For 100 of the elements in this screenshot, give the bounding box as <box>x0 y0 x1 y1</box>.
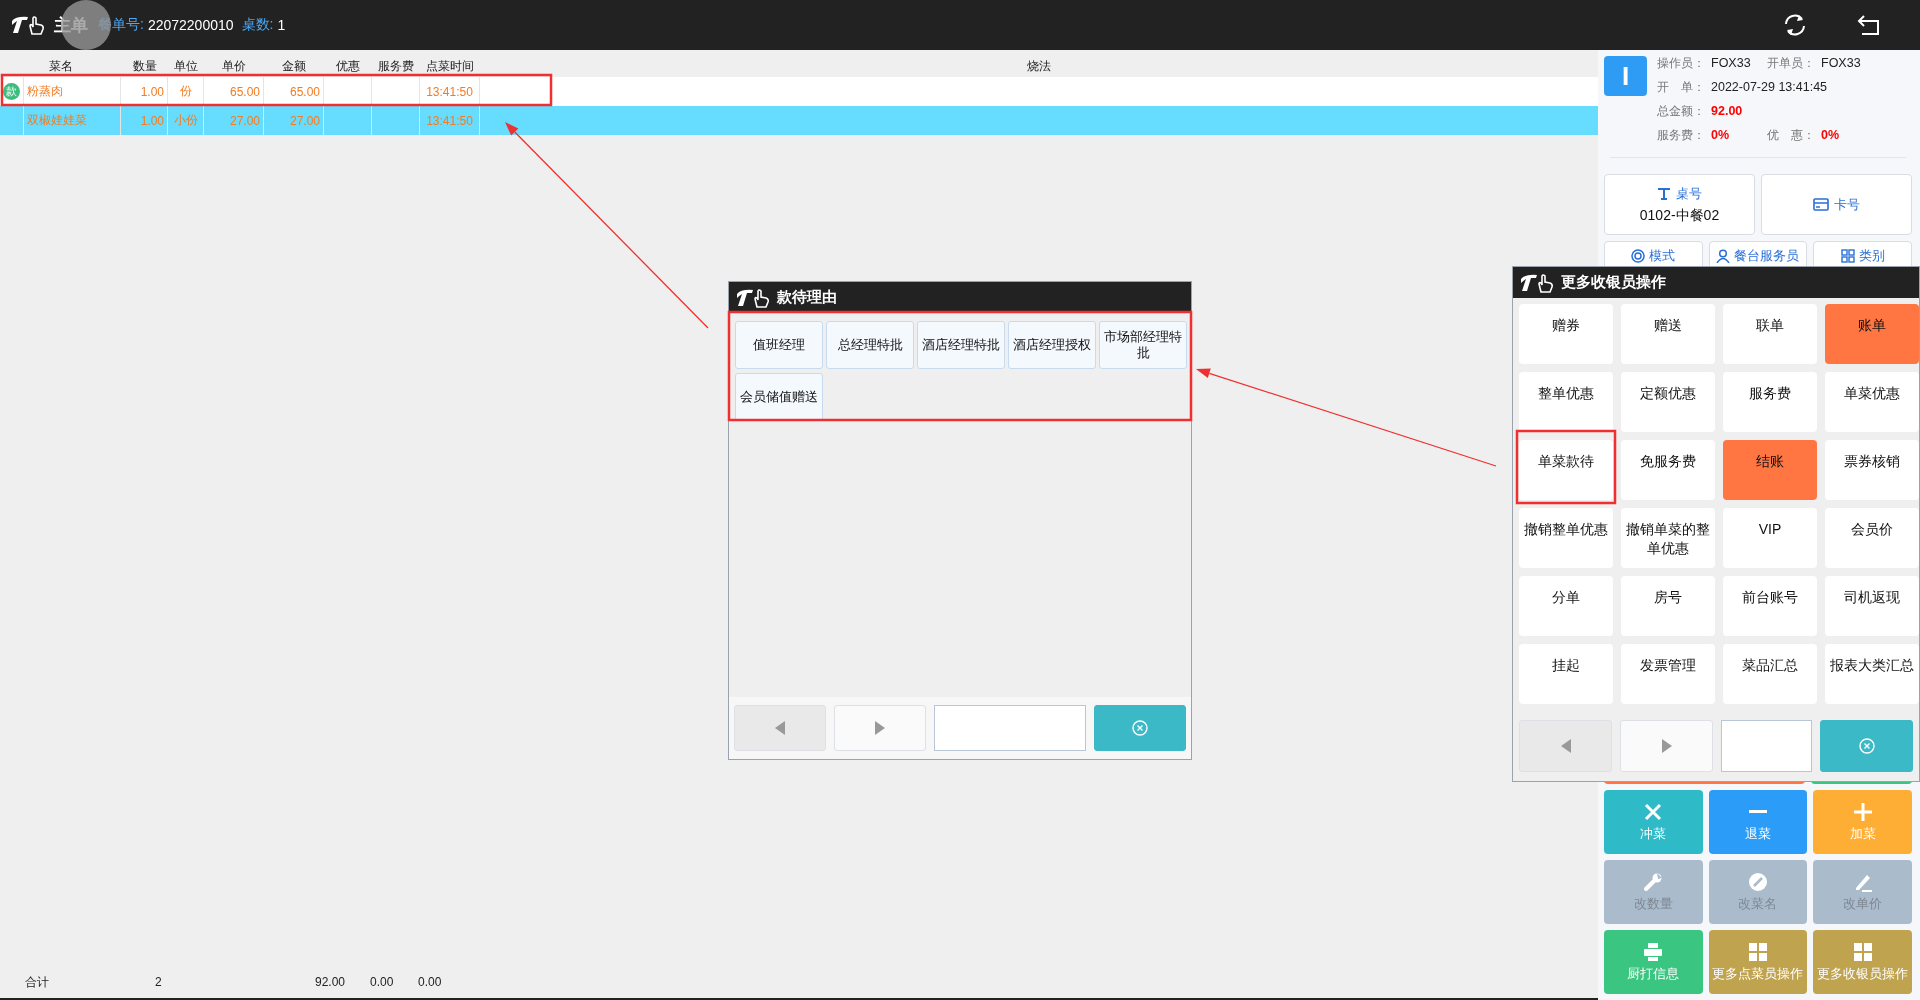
info-value: 92.00 <box>1711 104 1743 119</box>
info-label: 开 单： <box>1657 80 1705 95</box>
info-label: 开单员： <box>1767 56 1815 71</box>
dialog-title: 更多收银员操作 <box>1561 273 1666 292</box>
info-value: FOX33 <box>1821 56 1861 71</box>
operation-button[interactable]: 定额优惠 <box>1621 372 1715 432</box>
grid-icon <box>1748 941 1768 962</box>
column-header: 菜名 <box>47 58 74 75</box>
reason-button[interactable]: 市场部经理特批 <box>1099 321 1187 369</box>
left-triangle-icon <box>1560 739 1571 753</box>
column-header: 点菜时间 <box>425 58 475 75</box>
reason-button[interactable]: 总经理特批 <box>826 321 914 369</box>
status-badge: 款 <box>3 83 20 100</box>
operation-button[interactable]: 会员价 <box>1825 508 1919 568</box>
clear-button[interactable] <box>1094 705 1186 751</box>
input-field[interactable] <box>934 705 1086 751</box>
column-header: 金额 <box>281 58 307 75</box>
operation-button[interactable]: 发票管理 <box>1621 644 1715 704</box>
logo-icon <box>1519 272 1555 293</box>
totals-cell-text: 92.00 <box>315 975 347 989</box>
operation-button[interactable]: 挂起 <box>1519 644 1613 704</box>
info-label: 操作员： <box>1657 56 1705 71</box>
card-number-button[interactable]: 卡号 <box>1761 174 1912 235</box>
close-icon <box>1643 801 1664 822</box>
previous-page-button[interactable] <box>734 705 826 751</box>
printer-icon <box>1643 941 1664 962</box>
next-page-button[interactable] <box>1620 720 1713 772</box>
order-number: 22072200010 <box>147 17 234 33</box>
operation-button[interactable]: 分单 <box>1519 576 1613 636</box>
user-avatar: I <box>1604 56 1647 96</box>
clear-icon <box>1132 720 1148 736</box>
right-triangle-icon <box>1661 739 1672 753</box>
operation-button[interactable]: 票券核销 <box>1825 440 1919 500</box>
operation-button[interactable]: 账单 <box>1825 304 1919 364</box>
table-cell: 13:41:50 <box>420 106 480 135</box>
grid-icon <box>1852 941 1873 962</box>
table-icon <box>1657 187 1671 200</box>
minus-icon <box>1748 809 1768 813</box>
operation-button[interactable]: 赠送 <box>1621 304 1715 364</box>
table-count-label: 桌数: <box>241 16 274 34</box>
operation-button[interactable]: 菜品汇总 <box>1723 644 1817 704</box>
info-value: 2022-07-29 13:41:45 <box>1711 80 1828 95</box>
operation-button[interactable]: 免服务费 <box>1621 440 1715 500</box>
operation-button[interactable]: 单菜款待 <box>1519 440 1613 500</box>
pencil-circle-icon <box>1748 871 1768 892</box>
operation-button[interactable]: 服务费 <box>1723 372 1817 432</box>
operation-button[interactable]: 整单优惠 <box>1519 372 1613 432</box>
right-triangle-icon <box>875 721 885 735</box>
operation-button[interactable]: 报表大类汇总 <box>1825 644 1919 704</box>
table-cell: 小份 <box>168 106 204 135</box>
operation-button[interactable]: 司机返现 <box>1825 576 1919 636</box>
operation-button[interactable]: 单菜优惠 <box>1825 372 1919 432</box>
operation-button[interactable]: 撤销单菜的整单优惠 <box>1621 508 1715 568</box>
table-count: 1 <box>277 17 286 33</box>
operation-button[interactable]: 赠券 <box>1519 304 1613 364</box>
table-cell: 27.00 <box>264 106 324 135</box>
column-header: 优惠 <box>335 58 361 75</box>
dialog-title: 款待理由 <box>777 288 837 307</box>
reason-button[interactable]: 会员储值赠送 <box>735 373 823 421</box>
table-cell: 27.00 <box>204 106 264 135</box>
info-value: 0% <box>1711 128 1730 143</box>
table-cell: 双椒娃娃菜 <box>24 106 121 135</box>
input-field[interactable] <box>1721 720 1812 772</box>
grid-icon <box>1840 249 1855 263</box>
next-page-button[interactable] <box>834 705 926 751</box>
operation-button[interactable]: 房号 <box>1621 576 1715 636</box>
column-header: 烧法 <box>1026 58 1052 75</box>
refresh-icon[interactable] <box>1782 13 1808 37</box>
card-icon <box>1813 198 1829 211</box>
totals-cell-text: 2 <box>155 975 163 989</box>
previous-page-button[interactable] <box>1519 720 1612 772</box>
info-value: FOX33 <box>1711 56 1751 71</box>
clear-icon <box>1858 738 1875 754</box>
reason-button[interactable]: 值班经理 <box>735 321 823 369</box>
column-header: 服务费 <box>377 58 415 75</box>
column-header: 单价 <box>221 58 247 75</box>
operation-button[interactable]: 撤销整单优惠 <box>1519 508 1613 568</box>
operation-button[interactable]: VIP <box>1723 508 1817 568</box>
back-icon[interactable] <box>1856 14 1882 36</box>
reason-button[interactable]: 酒店经理授权 <box>1008 321 1096 369</box>
operation-button[interactable]: 前台账号 <box>1723 576 1817 636</box>
table-cell: 1.00 <box>121 106 168 135</box>
info-value: 0% <box>1821 128 1840 143</box>
info-label: 服务费： <box>1657 128 1705 143</box>
totals-cell-text: 0.00 <box>370 975 395 989</box>
logo-icon <box>735 287 771 308</box>
target-icon <box>1631 249 1646 263</box>
totals-cell-text: 0.00 <box>418 975 443 989</box>
left-triangle-icon <box>775 721 785 735</box>
column-header: 单位 <box>173 58 199 75</box>
clear-button[interactable] <box>1820 720 1913 772</box>
wrench-icon <box>1643 871 1664 892</box>
table-number-button[interactable]: 桌号 0102-中餐02 <box>1604 174 1755 235</box>
user-icon <box>1716 249 1731 263</box>
operation-button[interactable]: 结账 <box>1723 440 1817 500</box>
reason-button[interactable]: 酒店经理特批 <box>917 321 1005 369</box>
column-header: 数量 <box>131 58 158 75</box>
plus-icon <box>1852 801 1873 822</box>
operation-button[interactable]: 联单 <box>1723 304 1817 364</box>
totals-label: 合计 <box>25 973 50 991</box>
